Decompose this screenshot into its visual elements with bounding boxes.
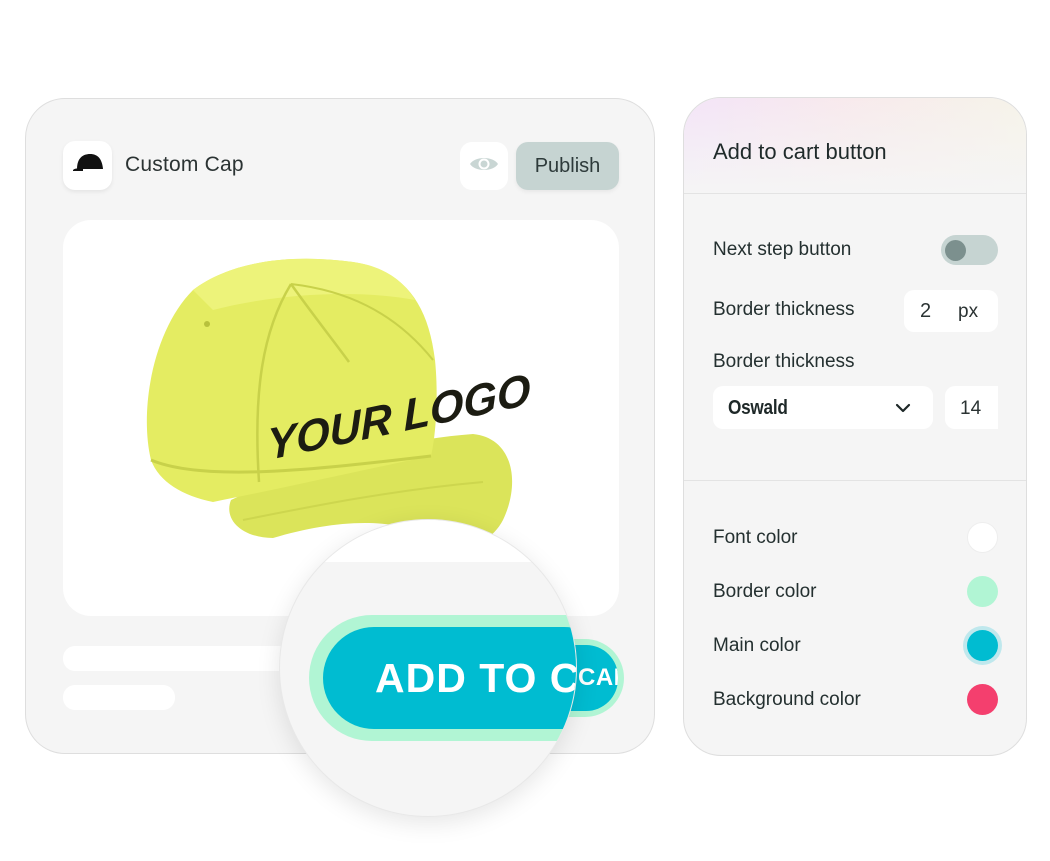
border-color-label: Border color xyxy=(713,581,817,602)
eye-icon xyxy=(469,154,499,179)
product-title: Custom Cap xyxy=(125,153,244,176)
cap-icon xyxy=(71,153,105,178)
font-size-input[interactable]: 14 xyxy=(945,386,998,429)
toggle-knob xyxy=(945,240,966,261)
border-thickness-input[interactable]: 2 px xyxy=(904,290,998,332)
background-color-label: Background color xyxy=(713,689,861,710)
main-color-label: Main color xyxy=(713,635,801,656)
border-color-swatch[interactable] xyxy=(967,576,998,607)
main-color-swatch[interactable] xyxy=(967,630,998,661)
placeholder-line xyxy=(63,685,175,710)
font-color-swatch[interactable] xyxy=(967,522,998,553)
chevron-down-icon xyxy=(893,398,913,418)
preview-button[interactable] xyxy=(460,142,508,190)
add-to-cart-label-zoomed: ADD TO CART xyxy=(323,627,576,729)
panel-title: Add to cart button xyxy=(713,139,887,164)
divider xyxy=(684,193,1026,194)
font-section-label: Border thickness xyxy=(713,351,855,372)
font-size-value: 14 xyxy=(960,398,982,419)
add-to-cart-button-zoomed[interactable]: ADD TO CART xyxy=(309,615,576,741)
magnified-image-edge xyxy=(280,520,576,562)
publish-button[interactable]: Publish xyxy=(516,142,619,190)
font-color-label: Font color xyxy=(713,527,798,548)
next-step-label: Next step button xyxy=(713,239,852,260)
settings-panel: Add to cart button Next step button Bord… xyxy=(683,97,1027,756)
background-color-swatch[interactable] xyxy=(967,684,998,715)
divider xyxy=(684,480,1026,481)
app-logo xyxy=(63,141,112,190)
border-thickness-label: Border thickness xyxy=(713,299,855,320)
magnifier: ADD TO CART xyxy=(279,519,577,817)
font-family-value: Oswald xyxy=(728,397,788,419)
border-thickness-value: 2 xyxy=(920,300,932,322)
font-family-select[interactable]: Oswald xyxy=(713,386,933,429)
placeholder-line xyxy=(63,646,293,671)
next-step-toggle[interactable] xyxy=(941,235,998,265)
border-thickness-unit: px xyxy=(958,301,979,322)
